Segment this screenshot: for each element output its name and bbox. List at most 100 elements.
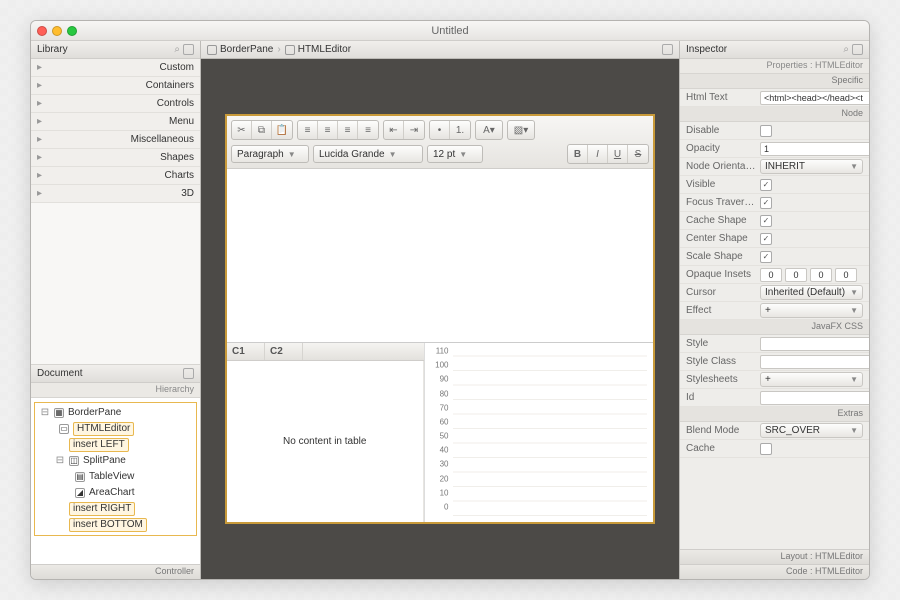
disclosure-icon[interactable]: ⊟: [55, 455, 65, 466]
id-field[interactable]: [760, 391, 869, 405]
hierarchy-tree[interactable]: ⊟▦BorderPane ▭HTMLEditor insert LEFT ⊟◫S…: [31, 398, 200, 565]
blend-select[interactable]: SRC_OVER▼: [760, 423, 863, 438]
insert-slot[interactable]: insert RIGHT: [69, 502, 135, 516]
opaque-top[interactable]: [760, 268, 782, 282]
hierarchy-label: Hierarchy: [31, 383, 200, 398]
opaque-right[interactable]: [785, 268, 807, 282]
scale-shape-checkbox[interactable]: ✓: [760, 251, 772, 263]
italic-button[interactable]: I: [588, 145, 608, 163]
align-right-icon[interactable]: ≡: [338, 121, 358, 139]
chevron-right-icon: ▸: [37, 62, 45, 73]
bold-button[interactable]: B: [568, 145, 588, 163]
controller-tab[interactable]: Controller: [31, 564, 200, 579]
section-header: JavaFX CSS: [680, 320, 869, 335]
align-center-icon[interactable]: ≡: [318, 121, 338, 139]
prop-label: Style: [686, 338, 760, 349]
strike-button[interactable]: S: [628, 145, 648, 163]
library-category[interactable]: ▸Controls: [31, 95, 200, 113]
cache-checkbox[interactable]: [760, 443, 772, 455]
gear-icon[interactable]: [183, 44, 194, 55]
table-column-header[interactable]: C1: [227, 343, 265, 360]
table-placeholder: No content in table: [283, 436, 366, 447]
prop-label: Scale Shape: [686, 251, 760, 262]
disclosure-icon[interactable]: ⊟: [40, 407, 50, 418]
html-text-field[interactable]: [760, 91, 869, 105]
size-combo[interactable]: 12 pt▼: [427, 145, 483, 163]
bg-color-icon[interactable]: ▧▾: [508, 121, 534, 139]
breadcrumb-item[interactable]: BorderPane: [207, 44, 273, 55]
align-left-icon[interactable]: ≡: [298, 121, 318, 139]
section-header: Extras: [680, 407, 869, 422]
style-class-field[interactable]: [760, 355, 869, 369]
library-category[interactable]: ▸Shapes: [31, 149, 200, 167]
focus-checkbox[interactable]: ✓: [760, 197, 772, 209]
stylesheets-select[interactable]: +▼: [760, 372, 863, 387]
tree-node[interactable]: AreaChart: [89, 487, 135, 498]
bullet-list-icon[interactable]: •: [430, 121, 450, 139]
tableview[interactable]: C1 C2 No content in table: [227, 343, 425, 522]
paragraph-combo[interactable]: Paragraph▼: [231, 145, 309, 163]
font-combo[interactable]: Lucida Grande▼: [313, 145, 423, 163]
number-list-icon[interactable]: 1.: [450, 121, 470, 139]
document-title: Document: [37, 368, 83, 379]
page-icon[interactable]: [662, 44, 673, 55]
outdent-icon[interactable]: ⇤: [384, 121, 404, 139]
library-category[interactable]: ▸Custom: [31, 59, 200, 77]
cursor-select[interactable]: Inherited (Default)▼: [760, 285, 863, 300]
insert-slot[interactable]: insert BOTTOM: [69, 518, 147, 532]
paste-icon[interactable]: 📋: [272, 121, 292, 139]
prop-label: Effect: [686, 305, 760, 316]
breadcrumb: BorderPane › HTMLEditor: [201, 41, 679, 59]
indent-icon[interactable]: ⇥: [404, 121, 424, 139]
prop-label: Opaque Insets: [686, 269, 760, 280]
opacity-field[interactable]: [760, 142, 869, 156]
fg-color-icon[interactable]: A▾: [476, 121, 502, 139]
design-canvas[interactable]: ✂⧉📋 ≡≡≡≡ ⇤⇥ •1. A▾ ▧▾ Paragraph▼ Lucida …: [225, 114, 655, 524]
underline-button[interactable]: U: [608, 145, 628, 163]
search-icon[interactable]: ⌕: [843, 44, 849, 55]
areachart[interactable]: 0102030405060708090100110: [425, 343, 654, 522]
copy-icon[interactable]: ⧉: [252, 121, 272, 139]
htmleditor-icon: [285, 45, 295, 55]
chevron-down-icon: ▼: [389, 150, 397, 159]
tree-node[interactable]: HTMLEditor: [73, 422, 134, 436]
center-shape-checkbox[interactable]: ✓: [760, 233, 772, 245]
insert-slot[interactable]: insert LEFT: [69, 438, 129, 452]
y-tick-label: 110: [425, 347, 449, 356]
search-icon[interactable]: ⌕: [174, 44, 180, 55]
style-field[interactable]: [760, 337, 869, 351]
align-justify-icon[interactable]: ≡: [358, 121, 378, 139]
library-category[interactable]: ▸Containers: [31, 77, 200, 95]
library-category[interactable]: ▸Charts: [31, 167, 200, 185]
prop-label: Visible: [686, 179, 760, 190]
library-category[interactable]: ▸3D: [31, 185, 200, 203]
breadcrumb-item[interactable]: HTMLEditor: [285, 44, 351, 55]
library-category[interactable]: ▸Menu: [31, 113, 200, 131]
tree-node[interactable]: TableView: [89, 471, 134, 482]
chevron-down-icon: ▼: [850, 375, 858, 384]
tree-node[interactable]: BorderPane: [68, 407, 121, 418]
cache-shape-checkbox[interactable]: ✓: [760, 215, 772, 227]
areachart-icon: ◢: [75, 488, 85, 498]
htmleditor-body[interactable]: [227, 169, 653, 342]
chevron-right-icon: ▸: [37, 80, 45, 91]
node-orientation-select[interactable]: INHERIT▼: [760, 159, 863, 174]
opaque-bottom[interactable]: [810, 268, 832, 282]
visible-checkbox[interactable]: ✓: [760, 179, 772, 191]
prop-label: Id: [686, 392, 760, 403]
disable-checkbox[interactable]: [760, 125, 772, 137]
y-tick-label: 40: [425, 446, 449, 455]
layout-tab[interactable]: Layout : HTMLEditor: [680, 549, 869, 564]
gear-icon[interactable]: [183, 368, 194, 379]
library-category[interactable]: ▸Miscellaneous: [31, 131, 200, 149]
tree-node[interactable]: SplitPane: [83, 455, 126, 466]
opaque-left[interactable]: [835, 268, 857, 282]
effect-select[interactable]: +▼: [760, 303, 863, 318]
table-column-header[interactable]: C2: [265, 343, 303, 360]
cut-icon[interactable]: ✂: [232, 121, 252, 139]
titlebar[interactable]: Untitled: [31, 21, 869, 41]
gear-icon[interactable]: [852, 44, 863, 55]
code-tab[interactable]: Code : HTMLEditor: [680, 564, 869, 579]
htmleditor-icon: ▭: [59, 424, 69, 434]
borderpane-icon: [207, 45, 217, 55]
